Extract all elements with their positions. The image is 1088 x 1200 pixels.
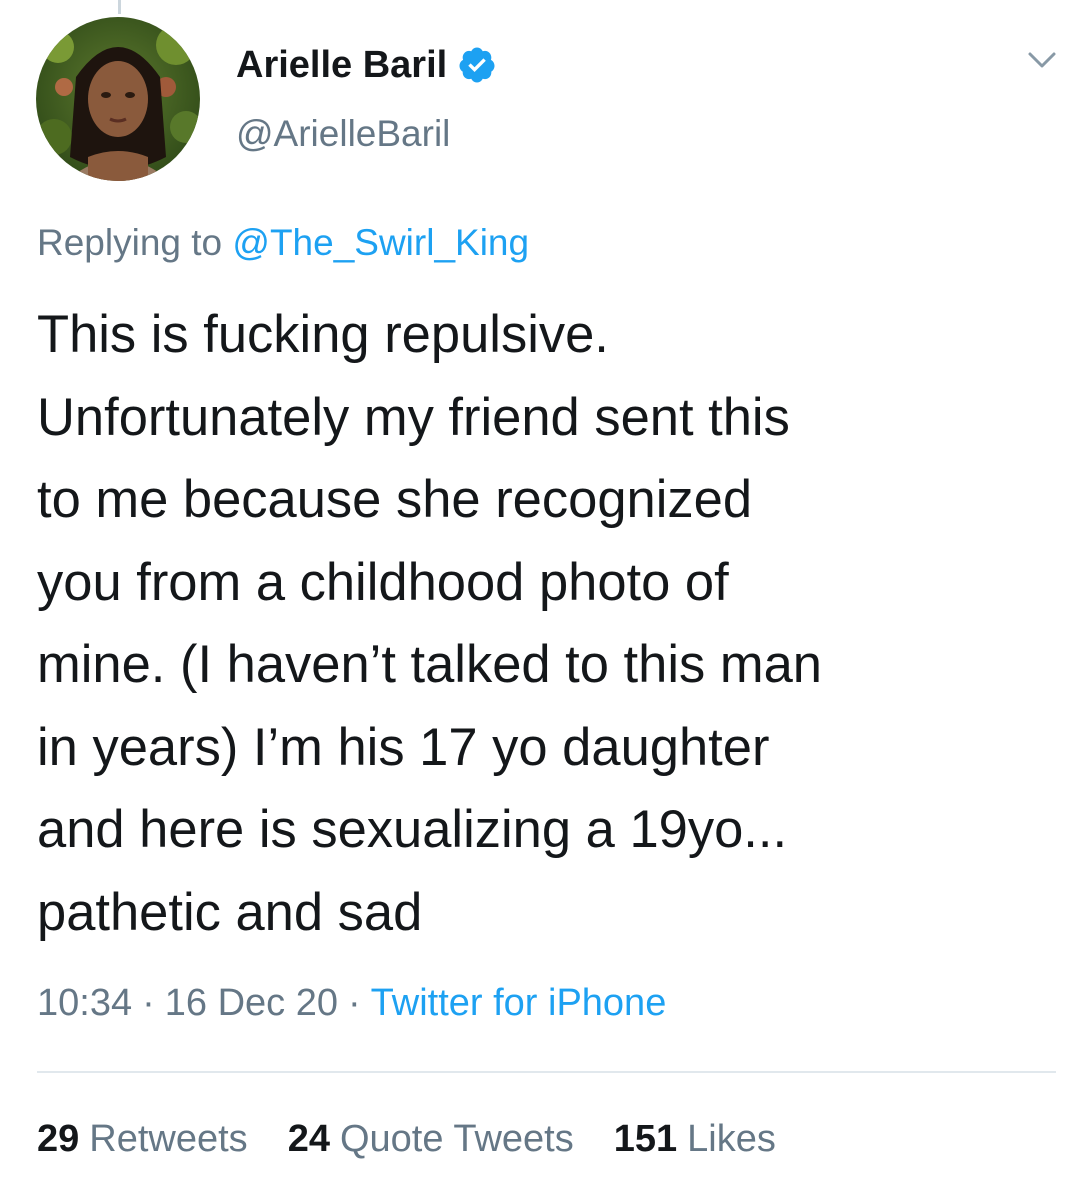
tweet-text-line: Unfortunately my friend sent this	[37, 387, 790, 447]
author-name-row[interactable]: Arielle Baril	[236, 40, 497, 90]
reply-context: Replying to @The_Swirl_King	[37, 222, 529, 264]
tweet-text-line: in years) I’m his 17 yo daughter	[37, 717, 770, 777]
retweets-stat[interactable]: 29 Retweets	[37, 1118, 248, 1161]
tweet-text-line: This is fucking repulsive.	[37, 305, 609, 364]
retweets-label: Retweets	[89, 1118, 248, 1160]
quote-tweets-count: 24	[287, 1118, 330, 1160]
tweet-meta: 10:34 · 16 Dec 20 · Twitter for iPhone	[37, 982, 666, 1025]
verified-badge-icon	[457, 45, 497, 85]
avatar-image	[36, 17, 200, 181]
likes-label: Likes	[687, 1118, 776, 1160]
tweet-text: This is fucking repulsive. Unfortunately…	[37, 294, 1057, 954]
likes-stat[interactable]: 151 Likes	[614, 1118, 776, 1161]
reply-mention-link[interactable]: @The_Swirl_King	[232, 222, 529, 263]
tweet-time[interactable]: 10:34	[37, 982, 132, 1024]
quote-tweets-label: Quote Tweets	[339, 1118, 574, 1160]
tweet-stats: 29 Retweets 24 Quote Tweets 151 Likes	[37, 1118, 816, 1161]
avatar[interactable]	[36, 17, 200, 181]
chevron-down-icon[interactable]	[1026, 46, 1058, 74]
tweet-text-line: and here is sexualizing a 19yo...	[37, 800, 788, 859]
thread-connector-line	[118, 0, 121, 14]
tweet-text-line: pathetic and sad	[37, 882, 423, 942]
retweets-count: 29	[37, 1118, 80, 1160]
display-name[interactable]: Arielle Baril	[236, 44, 447, 87]
author-handle[interactable]: @ArielleBaril	[236, 113, 450, 155]
tweet-date[interactable]: 16 Dec 20	[165, 982, 338, 1024]
tweet-text-line: you from a childhood photo of	[37, 552, 729, 612]
reply-prefix: Replying to	[37, 222, 223, 263]
tweet-text-line: to me because she recognized	[37, 470, 753, 529]
tweet-text-line: mine. (I haven’t talked to this man	[37, 635, 822, 694]
divider	[37, 1071, 1056, 1073]
tweet-source-link[interactable]: Twitter for iPhone	[371, 982, 667, 1024]
likes-count: 151	[613, 1118, 678, 1160]
meta-separator: ·	[142, 982, 155, 1024]
quote-tweets-stat[interactable]: 24 Quote Tweets	[288, 1118, 574, 1161]
meta-separator: ·	[347, 982, 361, 1024]
